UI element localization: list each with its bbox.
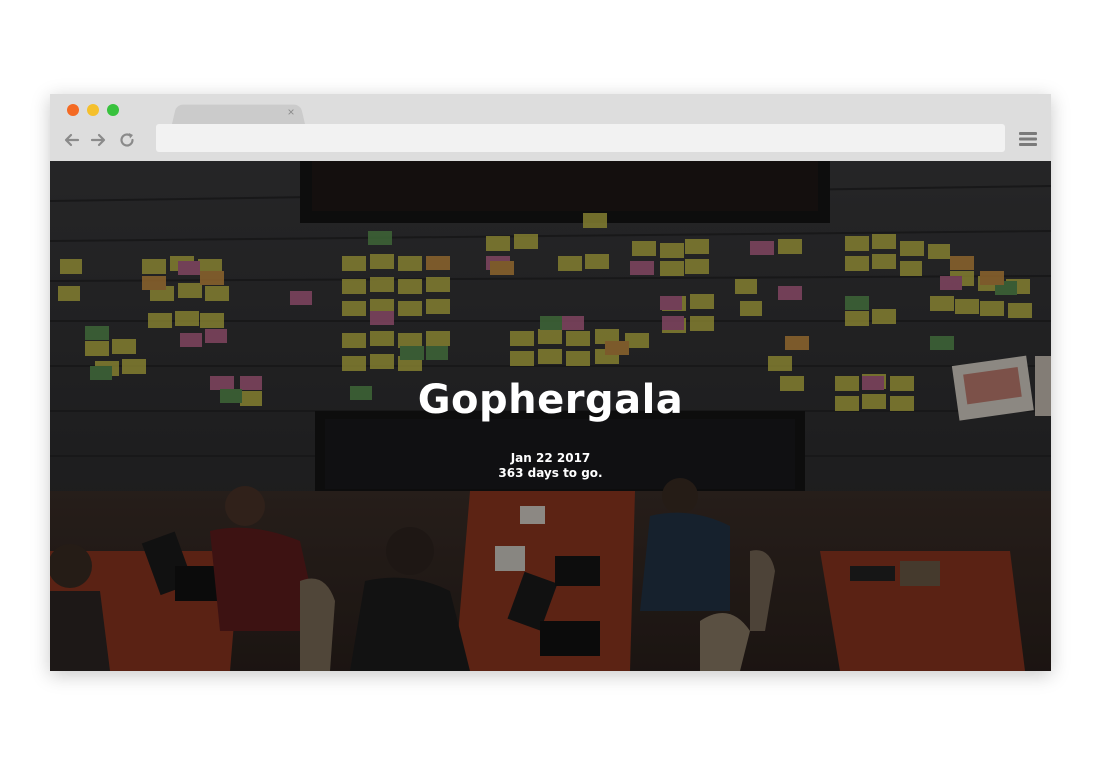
address-bar-input[interactable]	[156, 124, 1005, 152]
title-bar: ×	[50, 94, 1051, 124]
browser-window: × Gophergala Jan 22 2017 363 days to go.	[50, 94, 1051, 671]
maximize-window-button[interactable]	[107, 104, 119, 116]
tab-close-icon[interactable]: ×	[286, 105, 296, 119]
reload-icon[interactable]	[117, 130, 137, 150]
forward-arrow-icon[interactable]	[88, 130, 108, 150]
event-date: Jan 22 2017	[510, 451, 591, 465]
back-arrow-icon[interactable]	[62, 130, 82, 150]
minimize-window-button[interactable]	[87, 104, 99, 116]
browser-toolbar	[50, 124, 1051, 161]
hamburger-menu-icon[interactable]	[1018, 129, 1038, 149]
event-countdown: 363 days to go.	[498, 466, 603, 480]
hero-title: Gophergala	[417, 377, 684, 423]
hero-section: Gophergala Jan 22 2017 363 days to go.	[50, 161, 1051, 671]
close-window-button[interactable]	[67, 104, 79, 116]
